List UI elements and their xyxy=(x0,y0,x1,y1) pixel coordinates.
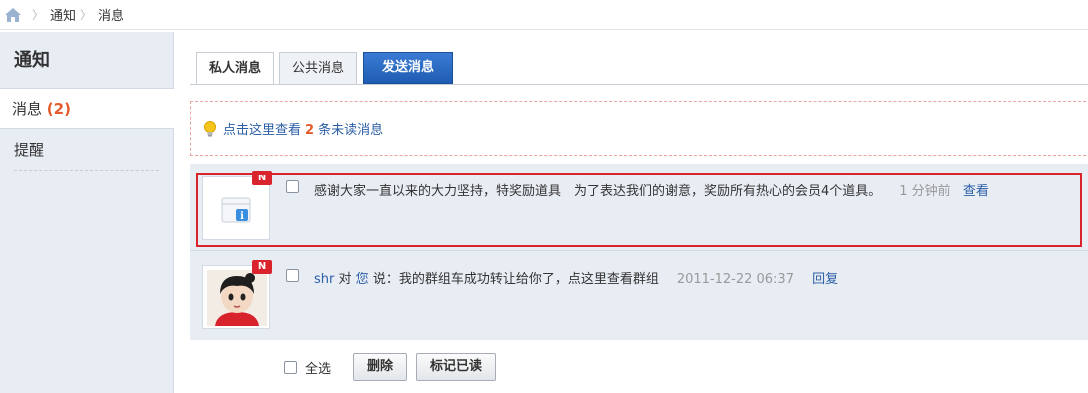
sidebar-item-label: 消息 xyxy=(12,100,43,118)
message-time: 2011-12-22 06:37 xyxy=(676,272,794,287)
user-avatar[interactable]: N xyxy=(202,260,272,329)
list-item: N shr 对 您 说：我的群组车成功转让给你了，点这里查看群组 2011-12-… xyxy=(190,250,1088,340)
message-text: 说：我的群组车成功转让给你了，点这里查看群组 xyxy=(372,272,659,287)
breadcrumb-notice[interactable]: 通知 xyxy=(50,5,76,24)
message-tabs: 私人消息 公共消息 发送消息 xyxy=(196,51,454,85)
bulk-actions: 全选 删除 标记已读 xyxy=(284,353,505,381)
message-list: i N 感谢大家一直以来的大力坚持，特奖励道具 为了表达我们的谢意，奖励所有热心… xyxy=(190,164,1088,340)
view-button[interactable]: 查看 xyxy=(963,184,989,199)
sidebar-item-messages[interactable]: 消息 (2) xyxy=(0,89,174,129)
breadcrumb-messages: 消息 xyxy=(98,9,125,24)
notice-suffix: 条未读消息 xyxy=(318,123,384,138)
message-content: 感谢大家一直以来的大力坚持，特奖励道具 为了表达我们的谢意，奖励所有热心的会员4… xyxy=(314,180,989,199)
message-checkbox[interactable] xyxy=(286,269,299,282)
recipient-link[interactable]: 您 xyxy=(356,272,369,287)
svg-text:i: i xyxy=(240,211,244,222)
unread-count: (2) xyxy=(46,100,71,118)
unread-notice: 点击这里查看 2 条未读消息 xyxy=(190,101,1086,156)
message-time: 1 分钟前 xyxy=(899,184,951,199)
sidebar-item-label: 提醒 xyxy=(14,141,45,159)
home-icon[interactable] xyxy=(4,7,22,23)
sender-link[interactable]: shr xyxy=(314,272,334,287)
delete-button[interactable]: 删除 xyxy=(353,353,408,381)
tab-public-messages[interactable]: 公共消息 xyxy=(279,52,358,84)
message-content: shr 对 您 说：我的群组车成功转让给你了，点这里查看群组 2011-12-22… xyxy=(314,268,838,287)
lightbulb-icon xyxy=(203,120,217,137)
breadcrumb-separator: 〉 xyxy=(32,8,45,22)
message-text: 感谢大家一直以来的大力坚持，特奖励道具 为了表达我们的谢意，奖励所有热心的会员4… xyxy=(314,184,882,199)
notice-prefix: 点击这里查看 xyxy=(223,123,302,138)
tab-divider xyxy=(190,84,1088,85)
breadcrumb-separator: 〉 xyxy=(80,8,93,22)
view-unread-link[interactable]: 点击这里查看 2 条未读消息 xyxy=(223,119,383,138)
tab-private-messages[interactable]: 私人消息 xyxy=(196,52,275,85)
list-item: i N 感谢大家一直以来的大力坚持，特奖励道具 为了表达我们的谢意，奖励所有热心… xyxy=(190,164,1088,250)
breadcrumb: 〉 通知 〉 消息 xyxy=(0,0,1088,30)
sidebar-item-reminders[interactable]: 提醒 xyxy=(14,129,159,171)
message-checkbox[interactable] xyxy=(286,180,299,193)
message-connector: 对 xyxy=(338,272,352,287)
select-all-label[interactable]: 全选 xyxy=(305,358,331,377)
sidebar-title: 通知 xyxy=(0,32,173,89)
new-badge: N xyxy=(252,171,272,185)
send-message-button[interactable]: 发送消息 xyxy=(363,52,454,84)
mark-read-button[interactable]: 标记已读 xyxy=(416,353,497,381)
system-notice-icon: i N xyxy=(202,171,272,240)
sidebar: 通知 消息 (2) 提醒 xyxy=(0,32,174,393)
reply-button[interactable]: 回复 xyxy=(812,272,838,287)
notice-count: 2 xyxy=(305,123,315,138)
new-badge: N xyxy=(252,260,272,274)
select-all-checkbox[interactable] xyxy=(284,360,297,374)
